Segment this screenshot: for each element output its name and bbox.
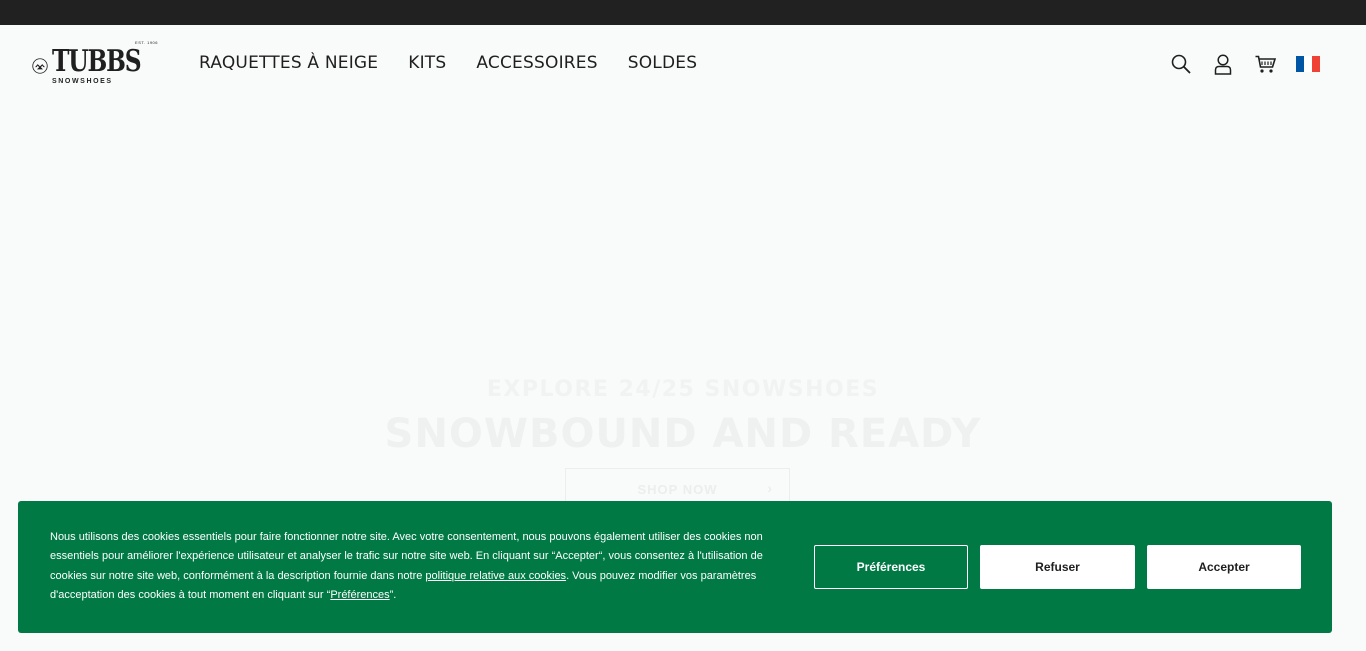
accept-button[interactable]: Accepter	[1147, 545, 1301, 589]
nav-item-accessoires[interactable]: ACCESSOIRES	[476, 53, 597, 73]
site-header: EST. 1906 TUBBS SNOWSHOES RAQUETTES À NE…	[0, 25, 1366, 105]
hero-kicker: EXPLORE 24/25 SNOWSHOES	[486, 377, 880, 402]
tubbs-logo[interactable]: EST. 1906 TUBBS SNOWSHOES	[32, 41, 162, 89]
preferences-link[interactable]: Préférences	[330, 589, 389, 601]
refuse-button[interactable]: Refuser	[980, 545, 1135, 589]
tubbs-emblem-icon	[32, 58, 48, 74]
header-icons	[1170, 53, 1320, 75]
hero-title: SNOWBOUND AND READY	[384, 411, 982, 457]
nav-item-kits[interactable]: KITS	[408, 53, 446, 73]
cookie-policy-link[interactable]: politique relative aux cookies	[425, 570, 566, 582]
logo-brand: TUBBS	[52, 44, 142, 79]
flag-fr-icon[interactable]	[1296, 56, 1320, 72]
chevron-right-icon: ›	[767, 480, 773, 496]
nav-item-raquettes[interactable]: RAQUETTES À NEIGE	[199, 53, 378, 73]
cookie-message: Nous utilisons des cookies essentiels po…	[50, 531, 763, 602]
cart-icon[interactable]	[1254, 53, 1276, 75]
shop-now-label: SHOP NOW	[637, 481, 718, 497]
cookie-banner: Nous utilisons des cookies essentiels po…	[18, 501, 1332, 633]
main-nav: RAQUETTES À NEIGE KITS ACCESSOIRES SOLDE…	[199, 53, 697, 73]
announcement-bar	[0, 0, 1366, 25]
preferences-button[interactable]: Préférences	[814, 545, 968, 589]
logo-sub: SNOWSHOES	[52, 78, 113, 85]
search-icon[interactable]	[1170, 53, 1192, 75]
nav-item-soldes[interactable]: SOLDES	[628, 53, 697, 73]
account-icon[interactable]	[1212, 53, 1234, 75]
